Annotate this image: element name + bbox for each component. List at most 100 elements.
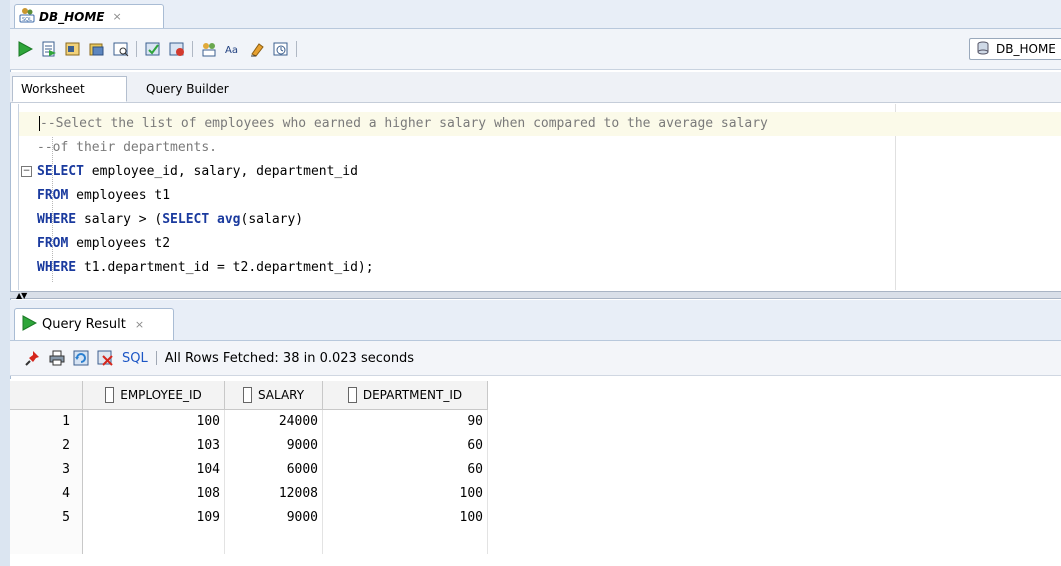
connection-selector[interactable]: DB_HOME [969,38,1061,60]
table-cell[interactable]: 9000 [225,506,323,530]
table-cell[interactable]: 60 [323,434,488,458]
sort-icon[interactable] [105,386,115,403]
sql-keyword: WHERE [37,212,77,227]
close-result-icon[interactable]: × [135,318,144,331]
table-cell[interactable]: 6000 [225,458,323,482]
table-cell[interactable]: 100 [323,506,488,530]
table-cell[interactable]: 109 [83,506,225,530]
to-upper-icon[interactable]: Aa [224,40,242,58]
sql-link[interactable]: SQL [122,351,148,366]
result-grid[interactable]: EMPLOYEE_ID SALARY DEPARTMENT_ID 1 100 240… [10,379,1061,566]
table-row[interactable]: 5 109 9000 100 [10,506,488,530]
sql-keyword: FROM [37,236,69,251]
table-row-partial [10,530,488,554]
code-line[interactable]: FROM employees t2 [19,232,1061,256]
row-number: 1 [10,410,83,434]
grid-header: EMPLOYEE_ID SALARY DEPARTMENT_ID [10,381,488,410]
close-tab-icon[interactable]: × [113,10,122,23]
table-cell[interactable]: 100 [323,482,488,506]
tab-query-result[interactable]: Query Result × [14,308,174,340]
table-row[interactable]: 4 108 12008 100 [10,482,488,506]
code-line[interactable]: --Select the list of employees who earne… [19,112,1061,136]
table-row[interactable]: 1 100 24000 90 [10,410,488,434]
table-row[interactable]: 3 104 6000 60 [10,458,488,482]
run-icon[interactable] [16,40,34,58]
code-area[interactable]: --Select the list of employees who earne… [19,112,1061,280]
code-line[interactable]: WHERE salary > (SELECT avg(salary) [19,208,1061,232]
toolbar-divider [155,351,157,365]
row-number-header [10,381,83,409]
refresh-icon[interactable] [72,349,90,367]
tab-title: DB_HOME [39,9,105,24]
database-icon[interactable] [200,40,218,58]
database-icon [976,41,990,58]
autotrace-icon[interactable] [64,40,82,58]
table-cell [83,530,225,554]
table-cell[interactable]: 103 [83,434,225,458]
svg-text:SQL: SQL [22,17,32,23]
sql-tuning-icon[interactable] [112,40,130,58]
result-tab-label: Query Result [42,317,126,332]
column-header-employee-id[interactable]: EMPLOYEE_ID [83,381,225,409]
code-line[interactable]: − SELECT employee_id, salary, department_… [19,160,1061,184]
print-icon[interactable] [48,349,66,367]
sql-text: salary > ( [76,212,163,227]
worksheet-toolbar: Aa DB_HOME [10,29,1061,70]
table-cell[interactable]: 90 [323,410,488,434]
sort-icon[interactable] [347,386,357,403]
run-script-icon[interactable] [40,40,58,58]
row-number: 2 [10,434,83,458]
sql-keyword: SELECT [162,212,210,227]
run-icon [21,314,38,335]
table-cell[interactable]: 12008 [225,482,323,506]
column-header-salary[interactable]: SALARY [225,381,323,409]
svg-text:Aa: Aa [225,45,238,56]
sql-keyword: avg [217,212,241,227]
sort-icon[interactable] [242,386,252,403]
connection-label: DB_HOME [996,42,1056,56]
table-cell[interactable]: 108 [83,482,225,506]
fold-toggle-icon[interactable]: − [21,166,32,177]
rollback-icon[interactable] [168,40,186,58]
table-cell [10,530,83,554]
sql-text: employees t2 [68,236,171,251]
commit-icon[interactable] [144,40,162,58]
splitter-arrows-icon[interactable]: ▲▼ [16,291,27,300]
sql-editor[interactable]: --Select the list of employees who earne… [18,104,1061,290]
table-cell[interactable]: 60 [323,458,488,482]
sql-keyword: FROM [37,188,69,203]
row-number: 5 [10,506,83,530]
code-line[interactable]: FROM employees t1 [19,184,1061,208]
sql-text: (salary) [240,212,304,227]
column-header-department-id[interactable]: DEPARTMENT_ID [323,381,488,409]
table-row[interactable]: 2 103 9000 60 [10,434,488,458]
worksheet-subtabs: Worksheet Query Builder [10,72,1061,103]
sql-text: t1.department_id = t2.department_id); [76,260,374,275]
tab-worksheet[interactable]: Worksheet [12,76,127,102]
table-cell[interactable]: 24000 [225,410,323,434]
row-number: 3 [10,458,83,482]
history-icon[interactable] [272,40,290,58]
cancel-icon[interactable] [96,349,114,367]
table-cell[interactable]: 9000 [225,434,323,458]
sql-text: employee_id, salary, department_id [83,164,358,179]
panel-splitter[interactable]: ▲▼ [10,291,1061,300]
tab-query-builder[interactable]: Query Builder [138,76,237,102]
result-tab-strip: Query Result × [10,300,1061,341]
document-tab-strip: SQL DB_HOME × [10,0,1061,29]
sql-keyword: SELECT [37,164,84,179]
clear-icon[interactable] [248,40,266,58]
tab-db-home[interactable]: SQL DB_HOME × [14,4,164,28]
row-number: 4 [10,482,83,506]
code-line[interactable]: --of their departments. [19,136,1061,160]
sql-worksheet-icon: SQL [19,7,35,26]
code-line[interactable]: WHERE t1.department_id = t2.department_i… [19,256,1061,280]
table-cell[interactable]: 104 [83,458,225,482]
table-cell[interactable]: 100 [83,410,225,434]
table-cell [225,530,323,554]
pin-icon[interactable] [24,349,42,367]
explain-plan-icon[interactable] [88,40,106,58]
result-toolbar: SQL All Rows Fetched: 38 in 0.023 second… [10,341,1061,376]
table-cell [323,530,488,554]
